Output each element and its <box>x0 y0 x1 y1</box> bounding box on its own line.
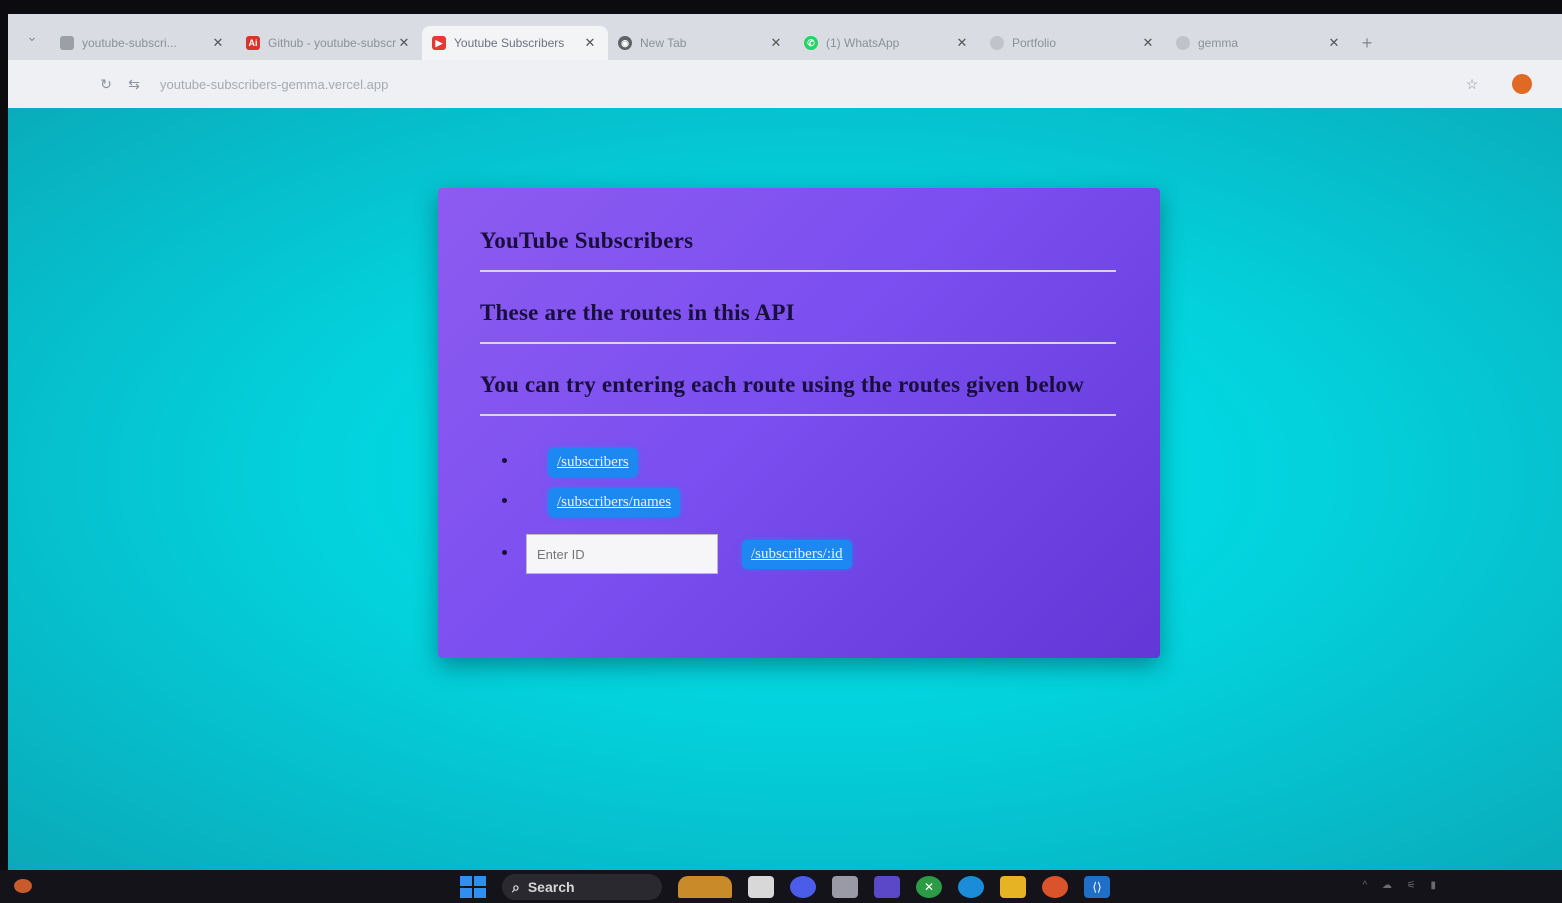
widgets-icon[interactable] <box>678 876 732 898</box>
page-icon <box>60 36 74 50</box>
globe-icon <box>1176 36 1190 50</box>
tab-6[interactable]: gemma ✕ <box>1166 26 1352 60</box>
subscribers-route-button[interactable]: /subscribers <box>548 447 638 477</box>
close-icon[interactable]: ✕ <box>396 35 412 51</box>
weather-widget[interactable] <box>14 878 94 894</box>
bullet <box>502 458 507 463</box>
routes-instruction: You can try entering each route using th… <box>480 372 1085 397</box>
xbox-icon[interactable]: ✕ <box>916 876 942 898</box>
api-routes-card: YouTube Subscribers These are the routes… <box>438 188 1160 658</box>
tab-strip: ⌄ youtube-subscri... ✕ Ai Github - youtu… <box>8 14 1562 60</box>
close-icon[interactable]: ✕ <box>1140 35 1156 51</box>
tab-0[interactable]: youtube-subscri... ✕ <box>50 26 236 60</box>
search-label: Search <box>527 879 575 895</box>
store-icon[interactable] <box>832 876 858 898</box>
divider <box>480 342 1116 344</box>
tab-title: Portfolio <box>1012 36 1057 50</box>
bullet <box>502 550 507 555</box>
bookmark-star-icon[interactable]: ☆ <box>1458 70 1486 98</box>
search-icon: ⌕ <box>512 878 520 895</box>
list-item: /subscribers/:id <box>502 532 1120 576</box>
list-item: /subscribers/names <box>502 482 1120 522</box>
globe-icon <box>990 36 1004 50</box>
site-settings-icon[interactable]: ⇆ <box>120 70 148 98</box>
divider <box>480 414 1116 416</box>
tab-2[interactable]: ▶ Youtube Subscribers ✕ <box>422 26 608 60</box>
chrome-icon[interactable] <box>1042 876 1068 898</box>
routes-subheading: These are the routes in this API <box>480 300 795 325</box>
new-tab-button[interactable]: + <box>1352 26 1382 60</box>
weather-icon <box>14 879 32 893</box>
close-icon[interactable]: ✕ <box>582 35 598 51</box>
bullet <box>502 498 507 503</box>
windows-start-icon[interactable] <box>460 876 486 898</box>
tab-5[interactable]: Portfolio ✕ <box>980 26 1166 60</box>
browser-toolbar: ↻ ⇆ youtube-subscribers-gemma.vercel.app… <box>8 60 1562 108</box>
route-list: /subscribers /subscribers/names /subscri… <box>480 442 1120 576</box>
close-icon[interactable]: ✕ <box>954 35 970 51</box>
tab-title: Youtube Subscribers <box>454 36 565 50</box>
tab-title: youtube-subscri... <box>82 36 177 50</box>
tab-3[interactable]: ◉ New Tab ✕ <box>608 26 794 60</box>
youtube-icon: ▶ <box>432 36 446 50</box>
browser-window: ⌄ youtube-subscri... ✕ Ai Github - youtu… <box>8 14 1562 870</box>
tab-title: Github - youtube-subscribers <box>268 36 396 50</box>
system-tray[interactable]: ^ ☁ ⚟ ▮ <box>1363 880 1443 891</box>
page-content: YouTube Subscribers These are the routes… <box>8 108 1562 870</box>
tab-title: New Tab <box>640 36 687 50</box>
tab-4[interactable]: ✆ (1) WhatsApp ✕ <box>794 26 980 60</box>
vscode-icon[interactable]: ⟨⟩ <box>1084 876 1110 898</box>
whatsapp-icon: ✆ <box>804 36 818 50</box>
chrome-icon: ◉ <box>618 36 632 50</box>
edge-icon[interactable] <box>958 876 984 898</box>
file-explorer-icon[interactable] <box>1000 876 1026 898</box>
tab-title: (1) WhatsApp <box>826 36 900 50</box>
photos-icon[interactable] <box>874 876 900 898</box>
subscriber-names-route-button[interactable]: /subscribers/names <box>548 487 681 517</box>
chat-icon[interactable] <box>790 876 816 898</box>
close-icon[interactable]: ✕ <box>1326 35 1342 51</box>
divider <box>480 270 1116 272</box>
task-view-icon[interactable] <box>748 876 774 898</box>
list-item: /subscribers <box>502 442 1120 482</box>
tab-search-icon[interactable]: ⌄ <box>14 18 50 54</box>
address-bar[interactable]: youtube-subscribers-gemma.vercel.app <box>160 77 388 92</box>
subscriber-id-input[interactable] <box>526 534 718 574</box>
taskbar-search[interactable]: ⌕ Search <box>502 874 662 900</box>
tab-title: gemma <box>1198 36 1239 50</box>
close-icon[interactable]: ✕ <box>768 35 784 51</box>
taskbar: ⌕ Search ✕ ⟨⟩ ^ ☁ ⚟ ▮ <box>0 870 1562 903</box>
close-icon[interactable]: ✕ <box>210 35 226 51</box>
taskbar-apps: ⌕ Search ✕ ⟨⟩ <box>460 874 1110 900</box>
reload-icon[interactable]: ↻ <box>92 70 120 98</box>
tab-1[interactable]: Ai Github - youtube-subscribers ✕ <box>236 26 422 60</box>
subscriber-by-id-route-button[interactable]: /subscribers/:id <box>742 539 852 569</box>
page-title: YouTube Subscribers <box>480 228 694 253</box>
ai-icon: Ai <box>246 36 260 50</box>
profile-avatar[interactable] <box>1512 74 1532 94</box>
